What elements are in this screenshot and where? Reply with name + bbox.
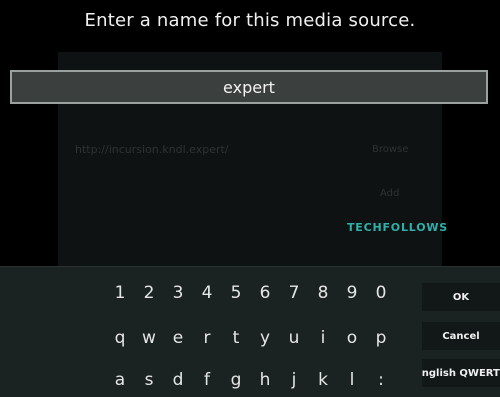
key-r[interactable]: r <box>193 328 221 348</box>
input-value: expert <box>223 77 275 97</box>
key-colon[interactable]: : <box>367 370 395 390</box>
key-u[interactable]: u <box>280 328 308 348</box>
key-5[interactable]: 5 <box>222 283 250 303</box>
key-f[interactable]: f <box>193 370 221 390</box>
media-source-name-input[interactable]: expert <box>10 70 488 104</box>
ok-button[interactable]: OK <box>422 283 500 311</box>
key-0[interactable]: 0 <box>367 283 395 303</box>
key-y[interactable]: y <box>251 328 279 348</box>
on-screen-keyboard: 1 2 3 4 5 6 7 8 9 0 q w e r t y u i o p … <box>0 266 500 397</box>
source-url-text: http://incursion.kndl.expert/ <box>75 143 229 156</box>
watermark-logo: TECHFOLLOWS <box>347 221 448 234</box>
cancel-button[interactable]: Cancel <box>422 322 500 350</box>
key-g[interactable]: g <box>222 370 250 390</box>
key-4[interactable]: 4 <box>193 283 221 303</box>
keyboard-layout-button[interactable]: English QWERTY <box>422 359 500 387</box>
key-o[interactable]: o <box>338 328 366 348</box>
key-s[interactable]: s <box>135 370 163 390</box>
key-a[interactable]: a <box>106 370 134 390</box>
key-j[interactable]: j <box>280 370 308 390</box>
browse-button[interactable]: Browse <box>372 144 408 155</box>
dialog-title: Enter a name for this media source. <box>84 10 416 31</box>
key-1[interactable]: 1 <box>106 283 134 303</box>
key-8[interactable]: 8 <box>309 283 337 303</box>
key-e[interactable]: e <box>164 328 192 348</box>
key-i[interactable]: i <box>309 328 337 348</box>
key-6[interactable]: 6 <box>251 283 279 303</box>
key-7[interactable]: 7 <box>280 283 308 303</box>
key-t[interactable]: t <box>222 328 250 348</box>
key-l[interactable]: l <box>338 370 366 390</box>
key-h[interactable]: h <box>251 370 279 390</box>
key-w[interactable]: w <box>135 328 163 348</box>
key-9[interactable]: 9 <box>338 283 366 303</box>
add-button[interactable]: Add <box>380 188 399 199</box>
key-q[interactable]: q <box>106 328 134 348</box>
key-k[interactable]: k <box>309 370 337 390</box>
key-3[interactable]: 3 <box>164 283 192 303</box>
key-d[interactable]: d <box>164 370 192 390</box>
key-p[interactable]: p <box>367 328 395 348</box>
key-2[interactable]: 2 <box>135 283 163 303</box>
